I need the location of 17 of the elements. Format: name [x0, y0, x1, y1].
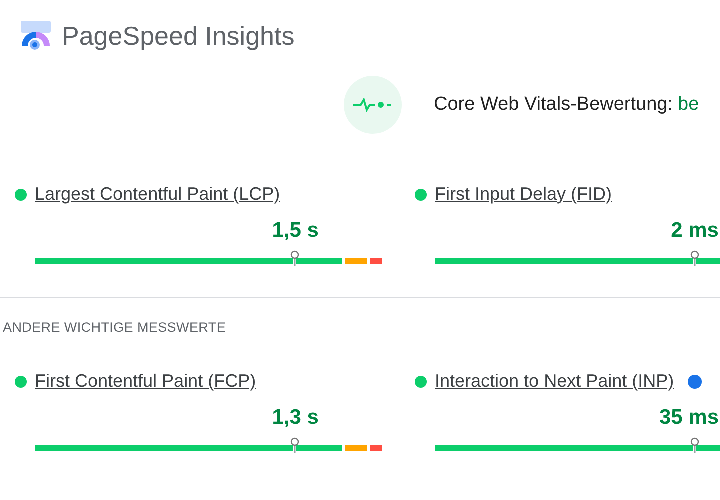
marker-pin-icon — [290, 437, 300, 453]
metric-link[interactable]: Largest Contentful Paint (LCP) — [35, 184, 280, 205]
app-title: PageSpeed Insights — [62, 20, 295, 52]
section-heading: ANDERE WICHTIGE MESSWERTE — [2, 319, 228, 335]
assessment-label: Core Web Vitals-Bewertung: — [434, 94, 674, 116]
metric-value: 1,3 s — [272, 406, 319, 430]
metric-value: 1,5 s — [272, 219, 319, 243]
marker-pin-icon — [290, 250, 300, 266]
marker-pin-icon — [690, 437, 700, 453]
metric-link[interactable]: First Contentful Paint (FCP) — [35, 371, 256, 392]
assessment-result: be — [678, 94, 700, 116]
metric-value: 35 ms — [659, 406, 719, 430]
marker-pin-icon — [690, 250, 700, 266]
metric-link[interactable]: First Input Delay (FID) — [435, 184, 612, 205]
metric-value: 2 ms — [671, 219, 719, 243]
metric-link[interactable]: Interaction to Next Paint (INP) — [435, 371, 674, 392]
logo-icon — [20, 20, 52, 52]
